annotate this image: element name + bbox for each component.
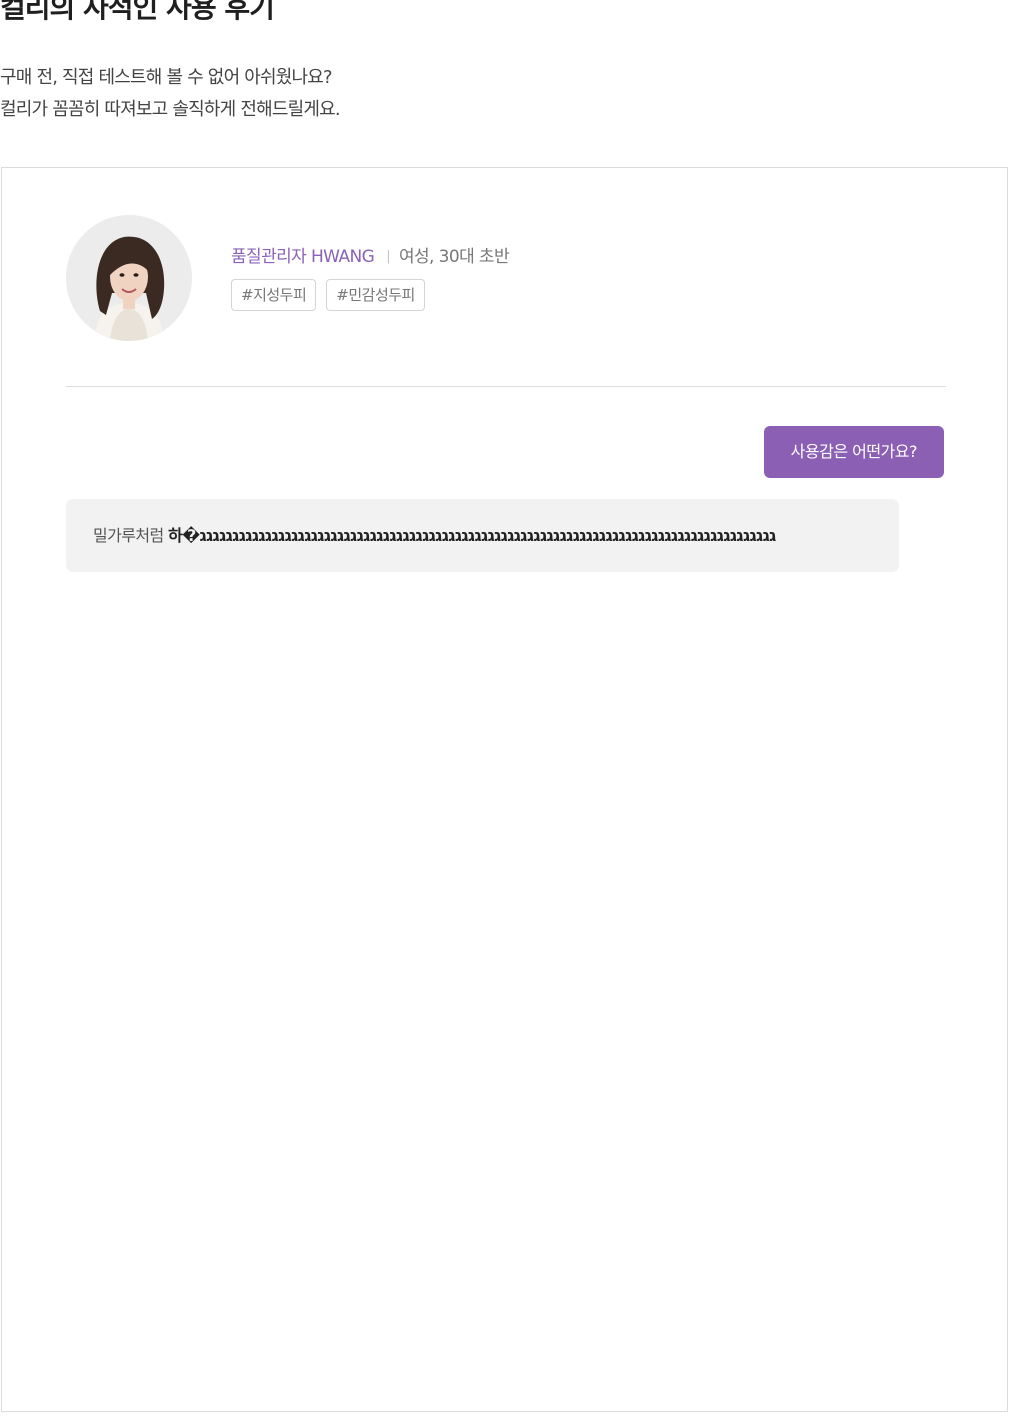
- answer-highlight: 하�גגגגגגגגגגגגגגגגגגגגגגגגגגגגגגגגגגגגגג…: [168, 525, 776, 545]
- page-title: 컬리의 사적인 사용 후기: [0, 0, 275, 24]
- answer-text: 밀가루처럼: [93, 525, 169, 545]
- hashtag-badge: #민감성두피: [326, 279, 425, 311]
- hashtag-badge: #지성두피: [231, 279, 317, 311]
- reviewer-profile: 품질관리자 HWANG | 여성, 30대 초반: [231, 242, 510, 267]
- reviewer-role: 품질관리자 HWANG: [231, 247, 375, 267]
- review-card: 품질관리자 HWANG | 여성, 30대 초반 #지성두피 #민감성두피 사용감은 …: [1, 167, 1008, 1412]
- reviewer-avatar-icon: [66, 215, 192, 341]
- answer-bubble: 밀가루처럼 하�גגגגגגגגגגגגגגגגגגגגגגגגגגגגגגגג…: [66, 499, 899, 572]
- reviewer-demographic: 여성, 30대 초반: [398, 247, 510, 267]
- intro-line: 컬리가 꼼꼼히 따져보고 솔직하게 전해드릴게요.: [0, 99, 341, 120]
- intro-text: 구매 전, 직접 테스트해 볼 수 없어 아쉬웠나요? 컬리가 꼼꼼히 따져보고…: [0, 62, 341, 126]
- section-divider: [66, 386, 946, 387]
- profile-divider: |: [386, 249, 390, 264]
- question-bubble: 사용감은 어떤가요?: [763, 426, 944, 478]
- reviewer-tags: #지성두피 #민감성두피: [231, 279, 425, 311]
- intro-line: 구매 전, 직접 테스트해 볼 수 없어 아쉬웠나요?: [0, 67, 333, 88]
- answer-line: 밀가루처럼 하�גגגגגגגגגגגגגגגגגגגגגגגגגגגגגגגג…: [93, 522, 872, 550]
